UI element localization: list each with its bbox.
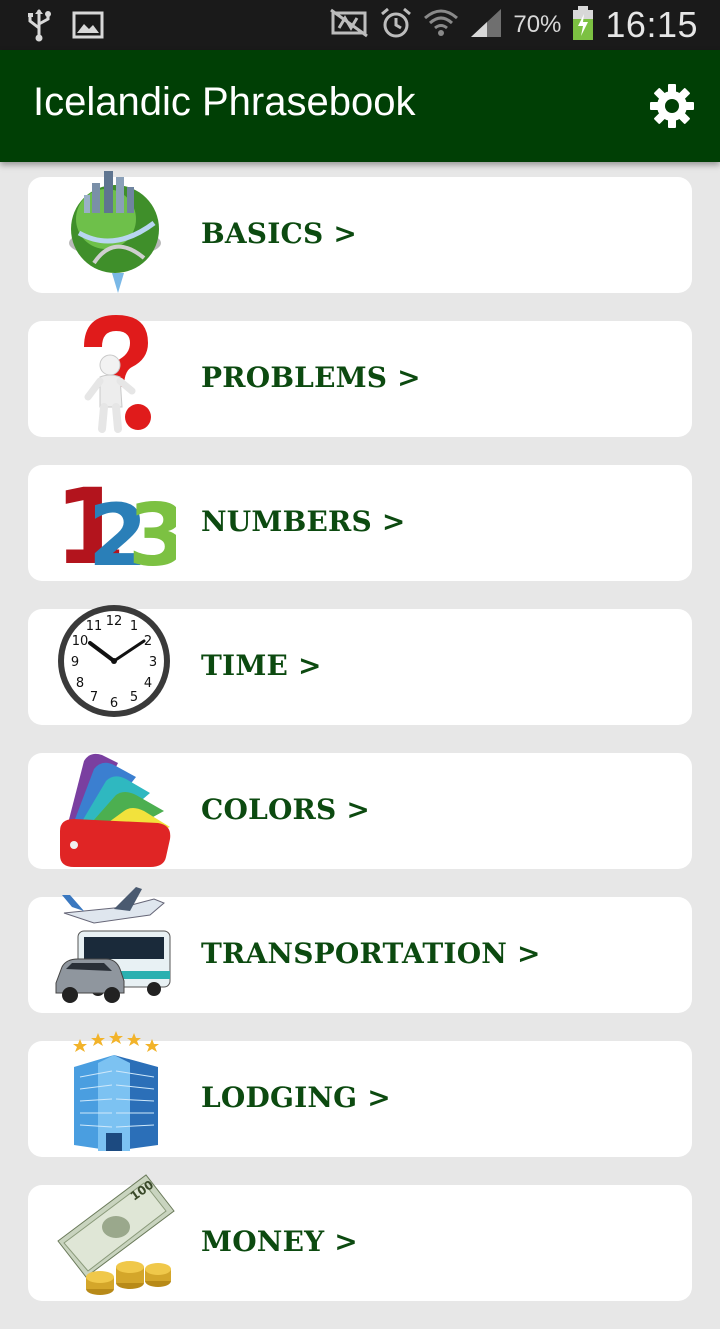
svg-text:4: 4 [144, 676, 152, 691]
app-title: Icelandic Phrasebook [33, 80, 416, 124]
gear-icon [648, 82, 696, 135]
category-problems[interactable]: PROBLEMS > [28, 315, 692, 437]
clock-time: 16:15 [605, 4, 698, 45]
svg-text:8: 8 [76, 676, 84, 691]
category-label: MONEY > [201, 1225, 358, 1258]
category-label: TRANSPORTATION > [201, 937, 541, 970]
category-label: PROBLEMS > [201, 361, 421, 394]
color-swatch-icon [54, 739, 176, 871]
svg-text:9: 9 [71, 655, 79, 670]
numbers-123-icon: 1 2 3 [54, 451, 188, 588]
hotel-icon [54, 1027, 176, 1159]
category-lodging[interactable]: LODGING > [28, 1031, 692, 1157]
svg-text:12: 12 [106, 614, 123, 629]
battery-charging-icon [571, 5, 595, 46]
svg-text:7: 7 [90, 690, 98, 705]
category-label: COLORS > [201, 793, 371, 826]
svg-text:3: 3 [128, 486, 176, 583]
clock-icon: 12 1 2 3 4 5 6 7 8 9 10 11 [54, 595, 176, 727]
status-bar: 70% 16:15 [0, 0, 720, 50]
category-list: BASICS > PROBLEMS > 1 2 3 NUMBERS > 12 1… [28, 171, 692, 1329]
no-nfc-icon [329, 8, 369, 43]
money-icon: 100 [54, 1171, 176, 1303]
battery-percent: 70% [513, 11, 562, 38]
category-time[interactable]: 12 1 2 3 4 5 6 7 8 9 10 11 TIME > [28, 605, 692, 725]
vehicles-icon [54, 883, 176, 1015]
usb-icon [26, 8, 52, 47]
category-numbers[interactable]: 1 2 3 NUMBERS > [28, 465, 692, 588]
category-colors[interactable]: COLORS > [28, 753, 692, 869]
svg-text:11: 11 [86, 619, 103, 634]
category-label: LODGING > [201, 1081, 391, 1114]
alarm-icon [379, 6, 413, 45]
svg-text:1: 1 [130, 619, 138, 634]
image-icon [72, 11, 104, 44]
svg-text:5: 5 [130, 690, 138, 705]
category-label: NUMBERS > [201, 505, 406, 538]
wifi-icon [423, 6, 459, 45]
category-label: BASICS > [201, 217, 358, 250]
question-mark-person-icon [54, 307, 176, 439]
svg-text:3: 3 [149, 655, 157, 670]
signal-icon [469, 7, 503, 44]
globe-city-icon [54, 163, 176, 295]
svg-text:6: 6 [110, 696, 118, 711]
app-bar: Icelandic Phrasebook [0, 50, 720, 162]
category-basics[interactable]: BASICS > [28, 171, 692, 293]
category-money[interactable]: 100 MONEY > [28, 1174, 692, 1301]
svg-text:10: 10 [72, 634, 89, 649]
category-transportation[interactable]: TRANSPORTATION > [28, 887, 692, 1013]
category-label: TIME > [201, 649, 322, 682]
settings-button[interactable] [644, 80, 700, 136]
